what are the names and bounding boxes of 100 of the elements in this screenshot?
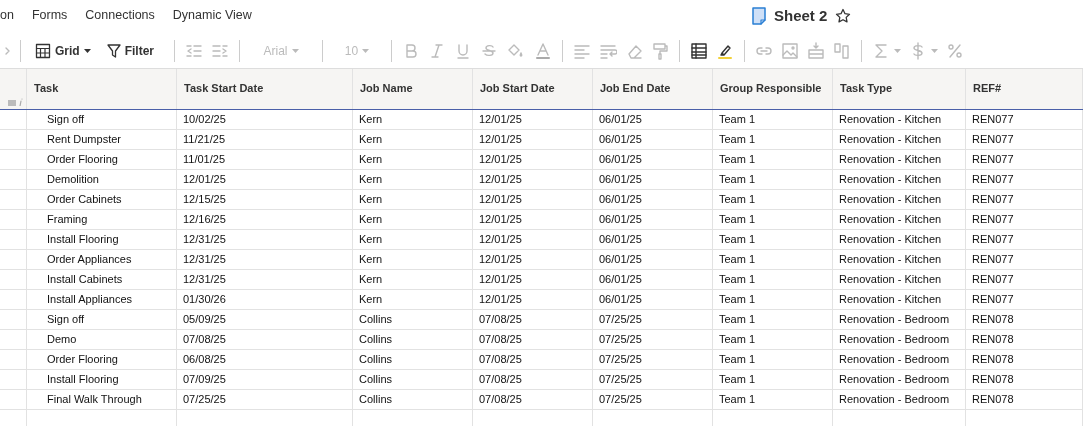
table-cell: 06/01/25 — [593, 230, 713, 250]
column-header[interactable]: Job Name — [353, 69, 473, 109]
table-cell: Collins — [353, 370, 473, 390]
row-header[interactable] — [0, 330, 27, 350]
table-cell: Sign off — [27, 310, 177, 330]
table-cell: 12/15/25 — [177, 190, 353, 210]
table-cell: Renovation - Kitchen — [833, 130, 966, 150]
row-header[interactable] — [0, 270, 27, 290]
table-cell: Renovation - Kitchen — [833, 250, 966, 270]
table-cell: 11/01/25 — [177, 150, 353, 170]
table-cell: REN078 — [966, 390, 1083, 410]
table-cell: REN078 — [966, 370, 1083, 390]
table-cell: Renovation - Bedroom — [833, 350, 966, 370]
table-cell: Kern — [353, 190, 473, 210]
column-header[interactable]: Job End Date — [593, 69, 713, 109]
table-cell: 07/25/25 — [593, 370, 713, 390]
row-header[interactable] — [0, 170, 27, 190]
table-cell: REN077 — [966, 290, 1083, 310]
caret-icon — [83, 48, 91, 53]
table-cell: 07/25/25 — [593, 310, 713, 330]
column-header[interactable]: Task — [27, 69, 177, 109]
table-cell: 12/31/25 — [177, 250, 353, 270]
table-cell: Renovation - Kitchen — [833, 190, 966, 210]
table-cell: 07/08/25 — [473, 350, 593, 370]
table-cell: 12/01/25 — [473, 250, 593, 270]
table-cell: 12/16/25 — [177, 210, 353, 230]
table-cell: 06/08/25 — [177, 350, 353, 370]
column-header[interactable]: REF# — [966, 69, 1083, 109]
table-cell: 07/09/25 — [177, 370, 353, 390]
table-cell: Team 1 — [713, 350, 833, 370]
table-cell: Renovation - Kitchen — [833, 150, 966, 170]
table-cell: Order Flooring — [27, 350, 177, 370]
table-cell: REN077 — [966, 170, 1083, 190]
table-cell: 07/25/25 — [177, 390, 353, 410]
row-header[interactable] — [0, 230, 27, 250]
row-header[interactable] — [0, 350, 27, 370]
table-cell: 06/01/25 — [593, 250, 713, 270]
table-cell: REN078 — [966, 330, 1083, 350]
table-cell: 10/02/25 — [177, 110, 353, 130]
table-cell: Demolition — [27, 170, 177, 190]
column-header[interactable]: Group Responsible — [713, 69, 833, 109]
table-cell: 12/31/25 — [177, 270, 353, 290]
row-header[interactable] — [0, 110, 27, 130]
table-cell: 06/01/25 — [593, 270, 713, 290]
table-cell: Install Cabinets — [27, 270, 177, 290]
table-cell: Collins — [353, 390, 473, 410]
menu-item[interactable]: Connections — [85, 5, 155, 25]
table-cell: Rent Dumpster — [27, 130, 177, 150]
table-cell: 05/09/25 — [177, 310, 353, 330]
table-cell: Kern — [353, 210, 473, 230]
table-cell: Kern — [353, 230, 473, 250]
table-cell: REN077 — [966, 130, 1083, 150]
table-cell: 12/01/25 — [473, 270, 593, 290]
table-cell: 07/08/25 — [473, 370, 593, 390]
row-header[interactable] — [0, 390, 27, 410]
table-cell: Renovation - Kitchen — [833, 290, 966, 310]
menu-item[interactable]: Dynamic View — [172, 5, 252, 25]
column-header[interactable]: Job Start Date — [473, 69, 593, 109]
menu-item[interactable]: on — [0, 5, 14, 25]
row-header[interactable] — [0, 190, 27, 210]
table-cell: Collins — [353, 330, 473, 350]
row-header[interactable] — [0, 150, 27, 170]
table-cell: Renovation - Kitchen — [833, 170, 966, 190]
row-header[interactable] — [0, 130, 27, 150]
table-cell: Team 1 — [713, 390, 833, 410]
menu-item[interactable]: Forms — [31, 5, 68, 25]
table-cell: Order Appliances — [27, 250, 177, 270]
column-header[interactable]: Task Type — [833, 69, 966, 109]
table-cell: Team 1 — [713, 150, 833, 170]
table-cell: Kern — [353, 110, 473, 130]
table-cell: Framing — [27, 210, 177, 230]
caret-icon — [362, 48, 370, 53]
caret-icon — [931, 48, 938, 53]
table-cell: Final Walk Through — [27, 390, 177, 410]
table-cell: 12/01/25 — [473, 170, 593, 190]
row-header[interactable] — [0, 250, 27, 270]
table-cell: 06/01/25 — [593, 170, 713, 190]
row-header[interactable] — [0, 310, 27, 330]
table-cell: Renovation - Kitchen — [833, 110, 966, 130]
table-cell: Order Flooring — [27, 150, 177, 170]
table-cell: Team 1 — [713, 310, 833, 330]
table-cell: Install Flooring — [27, 370, 177, 390]
table-cell: REN078 — [966, 310, 1083, 330]
row-header[interactable] — [0, 290, 27, 310]
row-header[interactable] — [0, 210, 27, 230]
table-cell: Kern — [353, 130, 473, 150]
table-cell: Team 1 — [713, 290, 833, 310]
filter-icon — [106, 42, 121, 59]
table-cell: Kern — [353, 150, 473, 170]
table-cell: 01/30/26 — [177, 290, 353, 310]
column-header[interactable]: Task Start Date — [177, 69, 353, 109]
table-cell: 07/25/25 — [593, 350, 713, 370]
table-cell: Team 1 — [713, 190, 833, 210]
table-cell: Team 1 — [713, 210, 833, 230]
filter-button[interactable]: Filter — [102, 37, 158, 64]
table-cell: 07/08/25 — [473, 330, 593, 350]
grid-view-dropdown[interactable]: Grid — [31, 37, 95, 64]
table-cell: 12/01/25 — [473, 150, 593, 170]
row-header[interactable] — [0, 370, 27, 390]
star-icon[interactable] — [835, 8, 852, 25]
